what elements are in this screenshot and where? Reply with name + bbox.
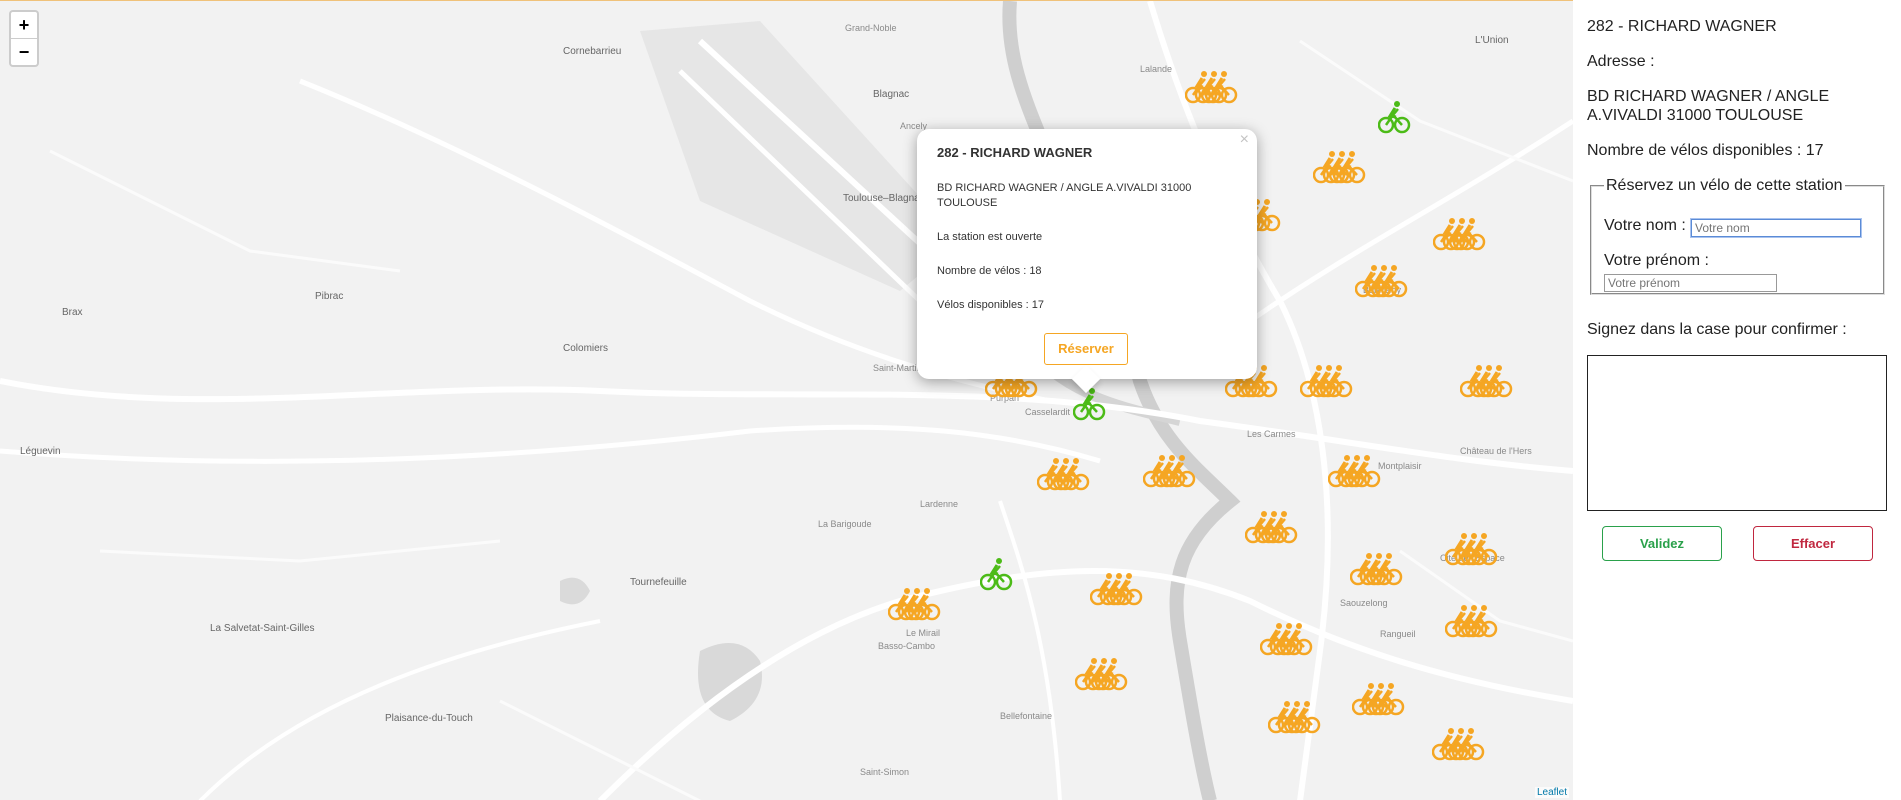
station-name: 282 - RICHARD WAGNER: [1587, 18, 1777, 35]
bikes-available: Nombre de vélos disponibles : 17: [1587, 142, 1824, 159]
map-place-label: Grand-Noble: [845, 23, 897, 33]
station-popup: × 282 - RICHARD WAGNER BD RICHARD WAGNER…: [917, 129, 1257, 394]
bike-station-marker[interactable]: [1036, 456, 1090, 491]
popup-status: La station est ouverte: [937, 231, 1043, 243]
bike-station-marker[interactable]: [1244, 509, 1298, 544]
bike-station-marker-selected[interactable]: [979, 556, 1014, 591]
popup-bikes-total: Nombre de vélos : 18: [937, 265, 1042, 277]
reservation-panel: 282 - RICHARD WAGNER Adresse : BD RICHAR…: [1573, 0, 1901, 800]
leaflet-attribution-link[interactable]: Leaflet: [1534, 787, 1569, 798]
bike-station-marker[interactable]: [1444, 531, 1498, 566]
map-place-label: Rangueil: [1380, 629, 1416, 639]
map-place-label: Le Mirail: [906, 628, 941, 638]
map-place-label: Montplaisir: [1378, 461, 1422, 471]
bike-station-marker[interactable]: [1444, 603, 1498, 638]
reservation-form: Réservez un vélo de cette station Votre …: [1590, 177, 1885, 295]
bike-station-marker[interactable]: [1312, 149, 1366, 184]
name-label: Votre nom :: [1604, 217, 1686, 234]
map-place-label: Saouzelong: [1340, 598, 1388, 608]
bike-station-marker[interactable]: [1299, 363, 1353, 398]
map-place-label: Tournefeuille: [630, 577, 687, 588]
map[interactable]: Cornebarrieu Blagnac Toulouse–Blagnac Airp…: [0, 0, 1573, 800]
map-place-label: Colomiers: [563, 343, 609, 354]
firstname-label: Votre prénom :: [1604, 252, 1709, 269]
bike-station-marker[interactable]: [1074, 656, 1128, 691]
sign-label: Signez dans la case pour confirmer :: [1587, 321, 1847, 338]
zoom-out-button[interactable]: −: [11, 39, 37, 65]
map-basemap: [0, 1, 1573, 800]
bike-station-marker[interactable]: [887, 586, 941, 621]
clear-button[interactable]: Effacer: [1753, 526, 1873, 561]
bike-station-marker[interactable]: [1349, 551, 1403, 586]
zoom-in-button[interactable]: +: [11, 12, 37, 39]
firstname-input[interactable]: [1604, 274, 1777, 292]
map-place-label: Blagnac: [873, 89, 910, 100]
reserve-button[interactable]: Réserver: [1044, 333, 1128, 365]
popup-title: 282 - RICHARD WAGNER: [937, 145, 1093, 160]
map-place-label: Lardenne: [920, 499, 959, 509]
bike-station-marker[interactable]: [1184, 69, 1238, 104]
map-place-label: Basso-Cambo: [878, 641, 936, 651]
form-legend: Réservez un vélo de cette station: [1606, 177, 1843, 194]
map-place-label: Casselardit: [1025, 407, 1071, 417]
map-place-label: Pibrac: [315, 291, 344, 302]
bike-station-marker[interactable]: [1432, 216, 1486, 251]
name-input[interactable]: [1691, 219, 1861, 237]
map-place-label: La Salvetat-Saint-Gilles: [210, 623, 315, 634]
bike-station-marker[interactable]: [1267, 699, 1321, 734]
bike-station-marker[interactable]: [1142, 453, 1196, 488]
map-place-label: Les Carmes: [1247, 429, 1296, 439]
bike-station-marker[interactable]: [1259, 621, 1313, 656]
map-place-label: L'Union: [1475, 35, 1509, 46]
popup-address: BD RICHARD WAGNER / ANGLE A.VIVALDI 3100…: [937, 182, 1192, 209]
bike-station-marker[interactable]: [1089, 571, 1143, 606]
map-place-label: Lalande: [1140, 64, 1173, 74]
popup-close-button[interactable]: ×: [1240, 131, 1249, 149]
bike-station-marker-selected[interactable]: [1377, 99, 1412, 134]
bike-station-marker[interactable]: [1459, 363, 1513, 398]
address-label: Adresse :: [1587, 53, 1655, 70]
station-address: BD RICHARD WAGNER / ANGLE A.VIVALDI 3100…: [1587, 88, 1830, 124]
bike-station-marker[interactable]: [1354, 263, 1408, 298]
bike-station-marker-selected[interactable]: [1072, 386, 1107, 421]
map-place-label: Léguevin: [20, 446, 61, 457]
bike-station-marker[interactable]: [1431, 726, 1485, 761]
signature-canvas[interactable]: [1587, 355, 1887, 511]
map-place-label: Château de l'Hers: [1460, 446, 1532, 456]
map-place-label: Plaisance-du-Touch: [385, 713, 473, 724]
bike-station-marker[interactable]: [1351, 681, 1405, 716]
bike-station-marker[interactable]: [1327, 453, 1381, 488]
validate-button[interactable]: Validez: [1602, 526, 1722, 561]
map-place-label: Brax: [62, 307, 83, 318]
map-place-label: Bellefontaine: [1000, 711, 1053, 721]
popup-bikes-available: Vélos disponibles : 17: [937, 299, 1045, 311]
zoom-control: + −: [9, 10, 39, 67]
map-place-label: La Barigoude: [818, 519, 872, 529]
map-place-label: Saint-Simon: [860, 767, 910, 777]
map-place-label: Cornebarrieu: [563, 46, 622, 57]
